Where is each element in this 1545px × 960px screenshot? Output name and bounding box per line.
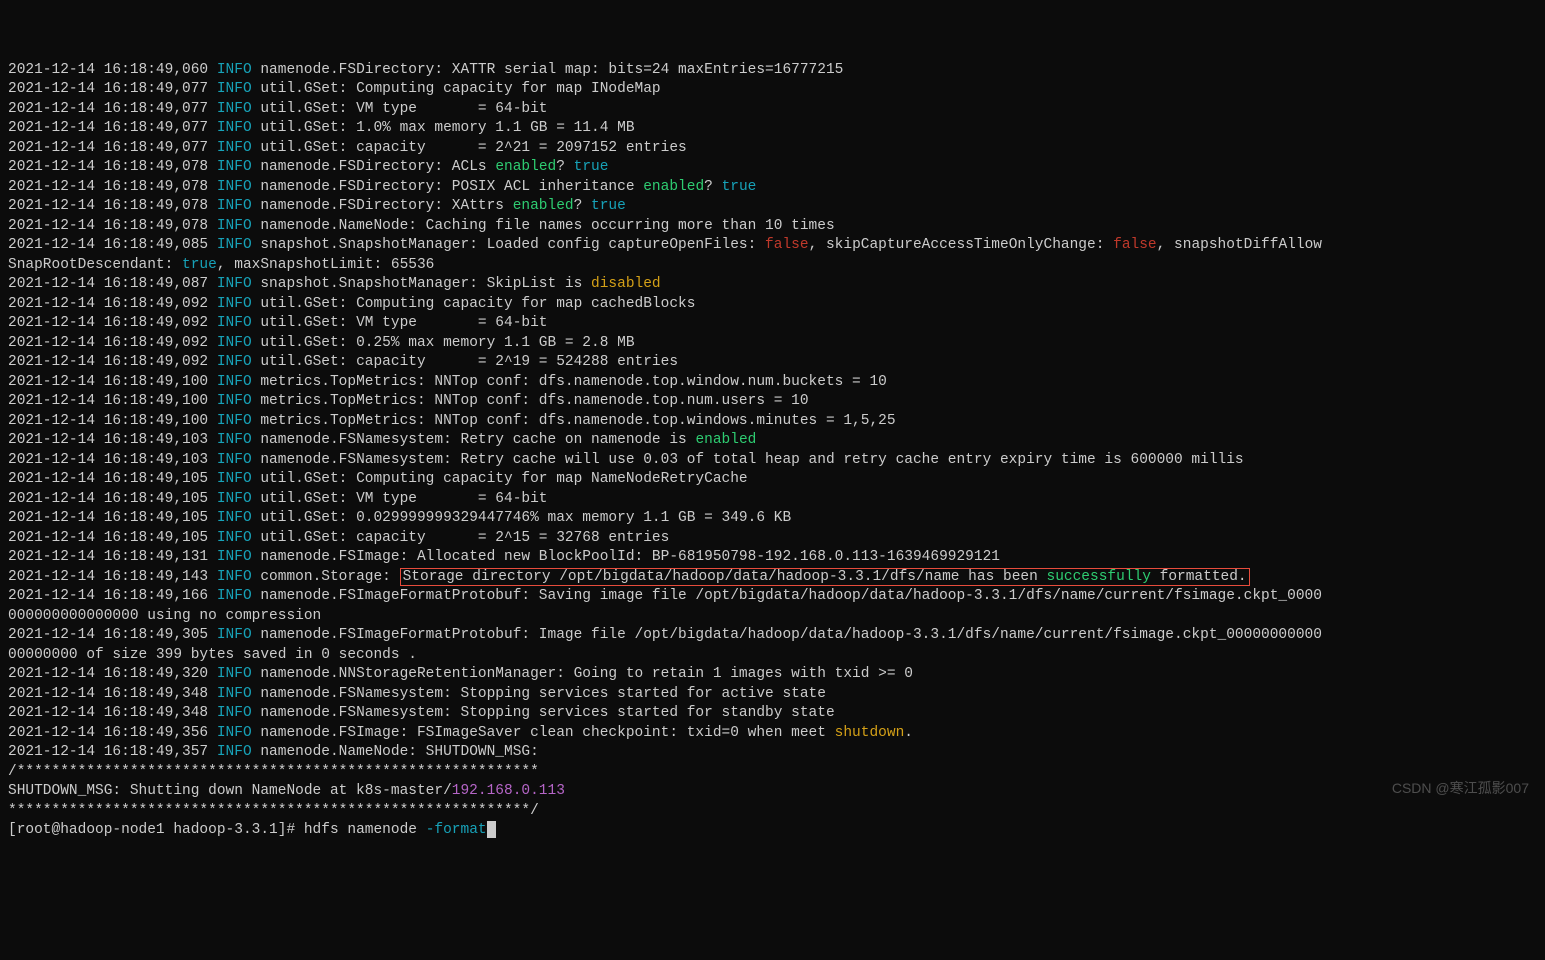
- log-line: 2021-12-14 16:18:49,087 INFO snapshot.Sn…: [8, 276, 661, 292]
- log-line: 2021-12-14 16:18:49,077 INFO util.GSet: …: [8, 101, 548, 117]
- log-line: 2021-12-14 16:18:49,305 INFO namenode.FS…: [8, 627, 1322, 643]
- log-line: 2021-12-14 16:18:49,078 INFO namenode.FS…: [8, 159, 608, 175]
- log-line: 2021-12-14 16:18:49,356 INFO namenode.FS…: [8, 725, 913, 741]
- highlighted-message: Storage directory /opt/bigdata/hadoop/da…: [400, 568, 1250, 586]
- log-line: SnapRootDescendant: true, maxSnapshotLim…: [8, 257, 434, 273]
- log-line: 2021-12-14 16:18:49,077 INFO util.GSet: …: [8, 140, 687, 156]
- log-line: 2021-12-14 16:18:49,166 INFO namenode.FS…: [8, 588, 1322, 604]
- log-line: 2021-12-14 16:18:49,131 INFO namenode.FS…: [8, 549, 1000, 565]
- log-line: 2021-12-14 16:18:49,077 INFO util.GSet: …: [8, 81, 661, 97]
- log-line: 2021-12-14 16:18:49,085 INFO snapshot.Sn…: [8, 237, 1322, 253]
- log-line: 2021-12-14 16:18:49,078 INFO namenode.Na…: [8, 218, 835, 234]
- log-line: 2021-12-14 16:18:49,143 INFO common.Stor…: [8, 568, 1250, 586]
- log-line: 2021-12-14 16:18:49,060 INFO namenode.FS…: [8, 62, 843, 78]
- log-line: ****************************************…: [8, 803, 539, 819]
- log-line: 000000000000000 using no compression: [8, 608, 321, 624]
- log-line: 2021-12-14 16:18:49,078 INFO namenode.FS…: [8, 198, 626, 214]
- log-line: 2021-12-14 16:18:49,100 INFO metrics.Top…: [8, 393, 809, 409]
- log-line: 00000000 of size 399 bytes saved in 0 se…: [8, 647, 417, 663]
- log-line: 2021-12-14 16:18:49,105 INFO util.GSet: …: [8, 471, 748, 487]
- log-line: 2021-12-14 16:18:49,092 INFO util.GSet: …: [8, 315, 548, 331]
- log-line: 2021-12-14 16:18:49,357 INFO namenode.Na…: [8, 744, 539, 760]
- log-line: 2021-12-14 16:18:49,105 INFO util.GSet: …: [8, 491, 548, 507]
- log-line: 2021-12-14 16:18:49,077 INFO util.GSet: …: [8, 120, 635, 136]
- prompt-line[interactable]: [root@hadoop-node1 hadoop-3.3.1]# hdfs n…: [8, 822, 496, 838]
- log-line: 2021-12-14 16:18:49,320 INFO namenode.NN…: [8, 666, 913, 682]
- log-line: 2021-12-14 16:18:49,092 INFO util.GSet: …: [8, 296, 695, 312]
- log-line: 2021-12-14 16:18:49,100 INFO metrics.Top…: [8, 413, 896, 429]
- log-line: 2021-12-14 16:18:49,092 INFO util.GSet: …: [8, 335, 635, 351]
- log-line: 2021-12-14 16:18:49,092 INFO util.GSet: …: [8, 354, 678, 370]
- log-line: 2021-12-14 16:18:49,078 INFO namenode.FS…: [8, 179, 756, 195]
- log-line: 2021-12-14 16:18:49,100 INFO metrics.Top…: [8, 374, 887, 390]
- log-line: SHUTDOWN_MSG: Shutting down NameNode at …: [8, 783, 565, 799]
- log-line: 2021-12-14 16:18:49,348 INFO namenode.FS…: [8, 705, 835, 721]
- log-line: 2021-12-14 16:18:49,105 INFO util.GSet: …: [8, 510, 791, 526]
- log-line: /***************************************…: [8, 764, 539, 780]
- terminal-output[interactable]: 2021-12-14 16:18:49,060 INFO namenode.FS…: [0, 39, 1545, 843]
- log-line: 2021-12-14 16:18:49,105 INFO util.GSet: …: [8, 530, 669, 546]
- log-line: 2021-12-14 16:18:49,348 INFO namenode.FS…: [8, 686, 826, 702]
- log-line: 2021-12-14 16:18:49,103 INFO namenode.FS…: [8, 452, 1244, 468]
- log-line: 2021-12-14 16:18:49,103 INFO namenode.FS…: [8, 432, 756, 448]
- cursor-icon: [487, 821, 496, 838]
